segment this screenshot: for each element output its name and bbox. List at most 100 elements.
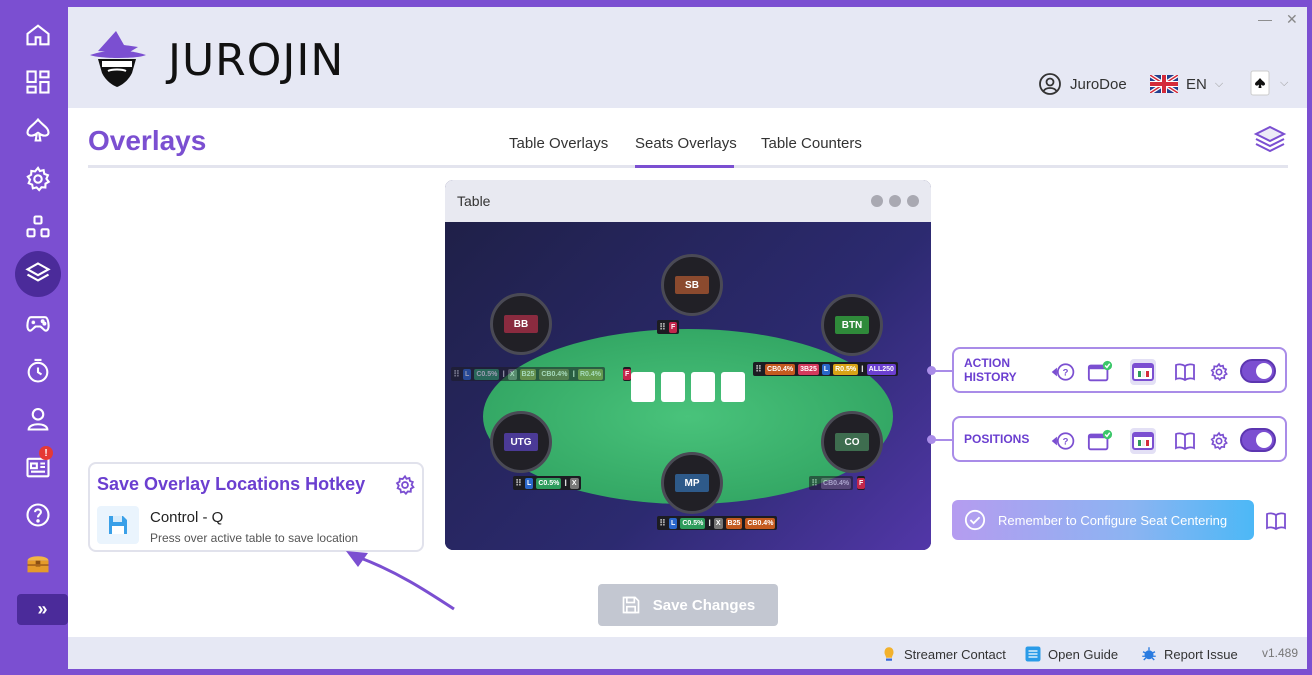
seat-centering-reminder[interactable]: Remember to Configure Seat Centering bbox=[952, 500, 1254, 540]
hud-stat: L bbox=[463, 368, 472, 380]
window-dot bbox=[871, 195, 883, 207]
drag-handle-icon[interactable]: ⠿ bbox=[659, 322, 666, 332]
table-layout-icon[interactable] bbox=[1130, 359, 1156, 385]
user-menu[interactable]: JuroDoe bbox=[1038, 71, 1127, 97]
hotkeys-icon[interactable] bbox=[14, 207, 62, 247]
panel-label: ACTION HISTORY bbox=[964, 356, 1017, 384]
language-selector[interactable]: EN ⌵ bbox=[1150, 71, 1223, 97]
gear-icon[interactable] bbox=[1206, 359, 1232, 385]
tab-table-counters[interactable]: Table Counters bbox=[761, 135, 862, 152]
book-icon[interactable] bbox=[1265, 510, 1287, 532]
floppy-disk-icon bbox=[97, 506, 139, 544]
book-icon[interactable] bbox=[1172, 359, 1198, 385]
hud-stat: 3B25 bbox=[798, 363, 819, 375]
gear-icon[interactable] bbox=[394, 474, 416, 496]
window-check-icon[interactable] bbox=[1087, 359, 1113, 385]
gear-icon[interactable] bbox=[1206, 428, 1232, 454]
drag-handle-icon[interactable]: ⠿ bbox=[755, 364, 762, 374]
save-changes-button[interactable]: Save Changes bbox=[598, 584, 778, 626]
seat-bb[interactable]: BB bbox=[490, 293, 552, 355]
report-issue-link[interactable]: Report Issue bbox=[1140, 645, 1238, 663]
home-icon[interactable] bbox=[14, 15, 62, 55]
seat-label: CO bbox=[835, 433, 869, 451]
bug-icon bbox=[1142, 647, 1156, 661]
book-icon[interactable] bbox=[1172, 428, 1198, 454]
hud-mp[interactable]: ⠿ L C0.5% I X B25 CB0.4% bbox=[657, 516, 778, 530]
hotkey-description: Press over active table to save location bbox=[150, 531, 359, 545]
seat-sb[interactable]: SB bbox=[661, 254, 723, 316]
open-guide-label: Open Guide bbox=[1048, 646, 1119, 662]
close-button[interactable]: ✕ bbox=[1286, 11, 1298, 28]
help-icon[interactable]: ? bbox=[1050, 428, 1076, 454]
hud-stat: B25 bbox=[519, 368, 537, 380]
panel-action-history: ACTION HISTORY ? bbox=[952, 347, 1287, 393]
playing-card-icon bbox=[1250, 70, 1270, 96]
hud-sb[interactable]: ⠿ F bbox=[657, 320, 680, 334]
table-layout-icon[interactable] bbox=[1130, 428, 1156, 454]
hud-co-fold: F bbox=[857, 476, 866, 490]
user-icon[interactable] bbox=[14, 399, 62, 439]
dashboard-icon[interactable] bbox=[14, 62, 62, 102]
hud-stat: L bbox=[821, 363, 831, 375]
wizard-logo-icon bbox=[90, 31, 146, 87]
streamer-contact-link[interactable]: Streamer Contact bbox=[880, 645, 1006, 663]
action-history-toggle[interactable] bbox=[1240, 359, 1276, 383]
footer: Streamer Contact Open Guide Report Issue… bbox=[68, 637, 1307, 669]
positions-toggle[interactable] bbox=[1240, 428, 1276, 452]
layers-icon[interactable] bbox=[15, 251, 61, 297]
table-titlebar: Table bbox=[445, 180, 931, 222]
hud-co[interactable]: ⠿ CB0.4% bbox=[809, 476, 854, 490]
hud-stat: B25 bbox=[725, 517, 743, 529]
hud-bb[interactable]: ⠿ L C0.5% I X B25 CB0.4% I R0.4% bbox=[451, 367, 605, 381]
svg-text:?: ? bbox=[1063, 436, 1069, 447]
hud-stat: X bbox=[569, 477, 579, 489]
tab-seats-overlays[interactable]: Seats Overlays bbox=[635, 135, 737, 152]
news-icon[interactable] bbox=[14, 447, 62, 487]
separator-icon: I bbox=[861, 363, 864, 374]
help-icon[interactable]: ? bbox=[1050, 359, 1076, 385]
seat-mp[interactable]: MP bbox=[661, 452, 723, 514]
streamer-contact-label: Streamer Contact bbox=[904, 646, 1006, 662]
treasure-chest-icon[interactable] bbox=[14, 543, 62, 583]
save-changes-label: Save Changes bbox=[652, 596, 756, 614]
table-preview: Table SB BB BTN UTG CO MP ⠿ F ⠿ L C0.5% … bbox=[445, 180, 931, 550]
language-code: EN bbox=[1186, 75, 1207, 93]
window-check-icon[interactable] bbox=[1087, 428, 1113, 454]
hud-stat: CB0.4% bbox=[539, 368, 570, 380]
hud-stat: R0.5% bbox=[833, 363, 859, 375]
timer-icon[interactable] bbox=[14, 351, 62, 391]
drag-handle-icon[interactable]: ⠿ bbox=[453, 369, 460, 379]
hud-stat: F bbox=[623, 368, 632, 380]
hud-bb-fold: F bbox=[623, 367, 632, 381]
open-guide-link[interactable]: Open Guide bbox=[1024, 645, 1118, 663]
tab-table-overlays[interactable]: Table Overlays bbox=[509, 135, 608, 152]
guide-icon bbox=[1025, 646, 1041, 662]
page-title: Overlays bbox=[88, 125, 207, 156]
hud-btn[interactable]: ⠿ CB0.4% 3B25 L R0.5% I ALL250 bbox=[753, 362, 898, 376]
drag-handle-icon[interactable]: ⠿ bbox=[515, 478, 522, 488]
seat-co[interactable]: CO bbox=[821, 411, 883, 473]
hud-stat: R0.4% bbox=[577, 368, 603, 380]
minimize-button[interactable]: — bbox=[1258, 11, 1272, 27]
gamepad-icon[interactable] bbox=[14, 303, 62, 343]
drag-handle-icon[interactable]: ⠿ bbox=[811, 478, 818, 488]
expand-sidebar-button[interactable]: » bbox=[17, 594, 68, 625]
separator-icon: I bbox=[502, 368, 505, 379]
panel-label-line: HISTORY bbox=[964, 370, 1017, 384]
svg-text:?: ? bbox=[1063, 367, 1069, 378]
save-icon bbox=[622, 596, 640, 614]
help-icon[interactable] bbox=[14, 495, 62, 535]
layers-stack-icon[interactable] bbox=[1253, 123, 1287, 157]
seat-btn[interactable]: BTN bbox=[821, 294, 883, 356]
spade-icon[interactable] bbox=[14, 110, 62, 150]
separator-icon: I bbox=[564, 477, 567, 488]
hud-utg[interactable]: ⠿ L C0.5% I X bbox=[513, 476, 581, 490]
seat-label: UTG bbox=[504, 433, 538, 451]
card-deck-selector[interactable]: ⌵ bbox=[1250, 69, 1288, 97]
seat-utg[interactable]: UTG bbox=[490, 411, 552, 473]
streamer-icon bbox=[884, 647, 894, 661]
gear-icon[interactable] bbox=[14, 159, 62, 199]
seat-label: BTN bbox=[835, 316, 869, 334]
drag-handle-icon[interactable]: ⠿ bbox=[659, 518, 666, 528]
table-title: Table bbox=[457, 193, 491, 209]
